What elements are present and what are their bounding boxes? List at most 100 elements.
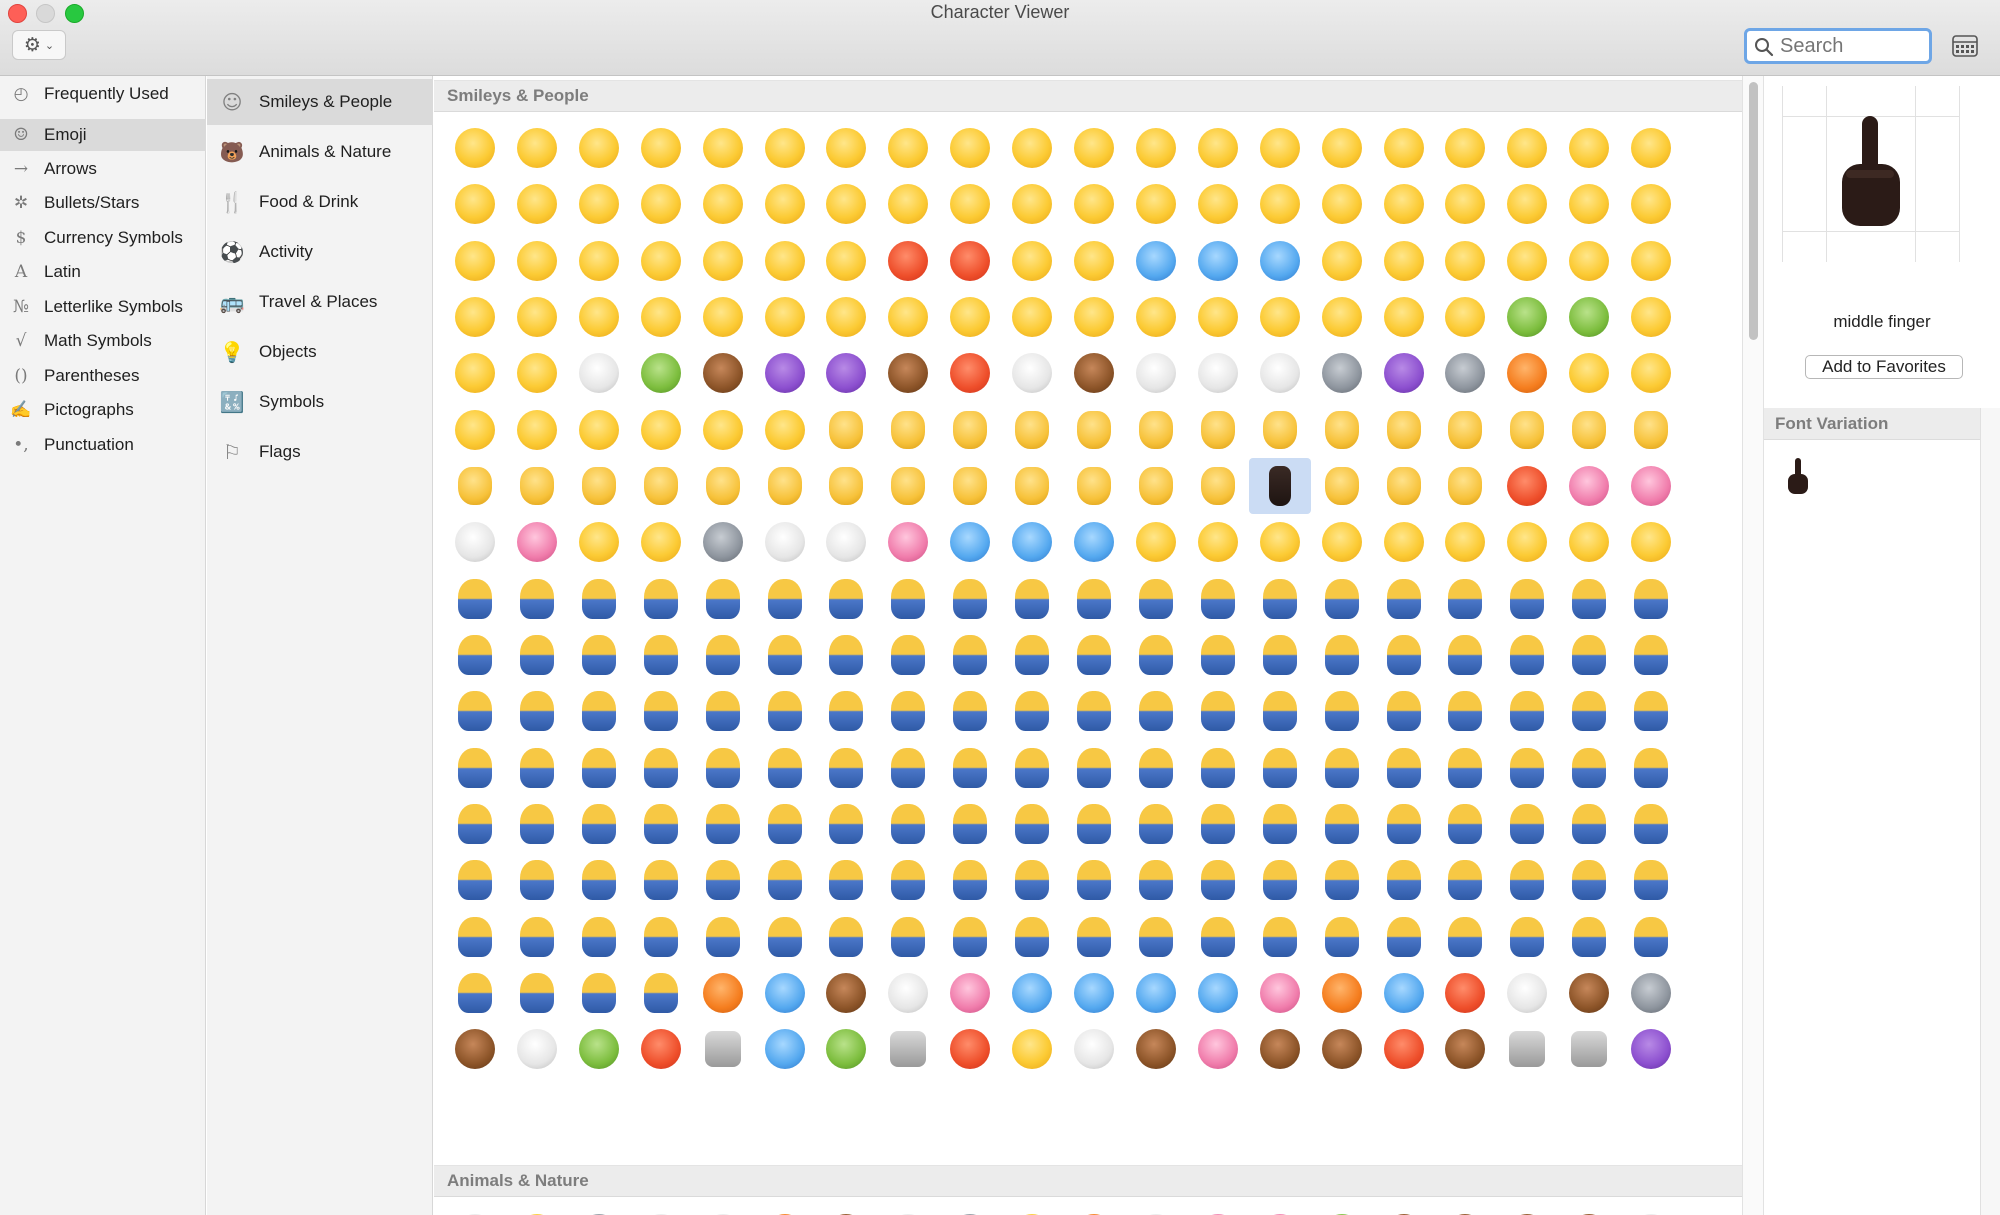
emoji-cell[interactable]: [1434, 233, 1496, 289]
emoji-cell[interactable]: [630, 796, 692, 852]
emoji-cell[interactable]: [1496, 965, 1558, 1021]
emoji-cell[interactable]: [1187, 176, 1249, 232]
emoji-cell[interactable]: [754, 233, 816, 289]
emoji-cell[interactable]: [1496, 627, 1558, 683]
emoji-cell[interactable]: [877, 909, 939, 965]
emoji-cell[interactable]: [568, 120, 630, 176]
emoji-cell[interactable]: [1249, 289, 1311, 345]
emoji-cell[interactable]: [1496, 740, 1558, 796]
category-bullets-stars[interactable]: ✲ Bullets/Stars: [0, 187, 206, 219]
emoji-cell[interactable]: [568, 852, 630, 908]
emoji-cell[interactable]: [1311, 852, 1373, 908]
emoji-cell[interactable]: [1558, 627, 1620, 683]
emoji-cell[interactable]: [1373, 402, 1435, 458]
emoji-cell[interactable]: [1434, 796, 1496, 852]
subcategory-activity[interactable]: ⚽ Activity: [207, 229, 433, 275]
emoji-cell[interactable]: [877, 402, 939, 458]
emoji-cell[interactable]: [1620, 909, 1682, 965]
emoji-cell[interactable]: [1249, 571, 1311, 627]
emoji-cell[interactable]: [939, 1021, 1001, 1077]
emoji-cell[interactable]: [1063, 402, 1125, 458]
emoji-cell[interactable]: [1373, 740, 1435, 796]
emoji-cell[interactable]: [877, 345, 939, 401]
emoji-cell[interactable]: [877, 796, 939, 852]
emoji-cell[interactable]: [692, 965, 754, 1021]
emoji-cell[interactable]: [939, 683, 1001, 739]
emoji-cell[interactable]: [1249, 120, 1311, 176]
emoji-cell[interactable]: [1311, 514, 1373, 570]
emoji-cell[interactable]: [1187, 458, 1249, 514]
emoji-cell[interactable]: [1063, 458, 1125, 514]
emoji-cell[interactable]: [1373, 1021, 1435, 1077]
emoji-cell[interactable]: [877, 571, 939, 627]
emoji-cell[interactable]: [754, 402, 816, 458]
emoji-cell[interactable]: [506, 683, 568, 739]
emoji-cell[interactable]: [630, 740, 692, 796]
emoji-cell[interactable]: [939, 120, 1001, 176]
emoji-cell[interactable]: [754, 1206, 816, 1215]
emoji-cell[interactable]: [754, 627, 816, 683]
emoji-cell[interactable]: [692, 740, 754, 796]
emoji-cell[interactable]: [1311, 965, 1373, 1021]
emoji-cell[interactable]: [1373, 909, 1435, 965]
emoji-cell[interactable]: [939, 233, 1001, 289]
emoji-cell[interactable]: [1063, 514, 1125, 570]
emoji-cell[interactable]: [877, 233, 939, 289]
emoji-cell[interactable]: [939, 458, 1001, 514]
emoji-cell[interactable]: [1063, 1021, 1125, 1077]
emoji-cell[interactable]: [1125, 683, 1187, 739]
emoji-cell[interactable]: [1311, 458, 1373, 514]
emoji-cell[interactable]: [1496, 289, 1558, 345]
emoji-cell[interactable]: [1125, 345, 1187, 401]
emoji-cell[interactable]: [444, 1206, 506, 1215]
emoji-cell[interactable]: [692, 909, 754, 965]
emoji-cell[interactable]: [1558, 458, 1620, 514]
emoji-cell[interactable]: [1001, 965, 1063, 1021]
emoji-cell[interactable]: [692, 514, 754, 570]
emoji-cell[interactable]: [692, 683, 754, 739]
emoji-cell[interactable]: [1125, 852, 1187, 908]
emoji-cell[interactable]: [1434, 514, 1496, 570]
emoji-cell[interactable]: [1558, 1021, 1620, 1077]
emoji-cell[interactable]: [1620, 965, 1682, 1021]
emoji-cell[interactable]: [1249, 1206, 1311, 1215]
emoji-cell[interactable]: [1620, 1206, 1682, 1215]
emoji-cell[interactable]: [506, 402, 568, 458]
emoji-cell[interactable]: [1496, 233, 1558, 289]
emoji-cell[interactable]: [1434, 1021, 1496, 1077]
emoji-cell[interactable]: [1620, 458, 1682, 514]
emoji-cell[interactable]: [1001, 740, 1063, 796]
emoji-cell[interactable]: [1620, 740, 1682, 796]
emoji-cell[interactable]: [1001, 852, 1063, 908]
emoji-cell[interactable]: [1125, 233, 1187, 289]
emoji-cell[interactable]: [630, 120, 692, 176]
emoji-cell[interactable]: [1434, 1206, 1496, 1215]
emoji-cell[interactable]: [1001, 345, 1063, 401]
emoji-cell[interactable]: [506, 120, 568, 176]
emoji-cell[interactable]: [1620, 627, 1682, 683]
emoji-cell[interactable]: [1496, 458, 1558, 514]
emoji-cell[interactable]: [568, 965, 630, 1021]
emoji-cell[interactable]: [1001, 458, 1063, 514]
emoji-cell[interactable]: [692, 176, 754, 232]
emoji-cell[interactable]: [1125, 1206, 1187, 1215]
emoji-cell[interactable]: [1125, 514, 1187, 570]
search-field[interactable]: [1744, 28, 1932, 64]
emoji-cell[interactable]: [1187, 571, 1249, 627]
emoji-cell[interactable]: [939, 289, 1001, 345]
emoji-cell[interactable]: [1001, 683, 1063, 739]
emoji-cell[interactable]: [754, 796, 816, 852]
emoji-cell[interactable]: [1125, 176, 1187, 232]
emoji-cell[interactable]: [877, 458, 939, 514]
category-math-symbols[interactable]: √ Math Symbols: [0, 325, 206, 357]
emoji-cell[interactable]: [1496, 909, 1558, 965]
emoji-cell[interactable]: [815, 233, 877, 289]
emoji-cell[interactable]: [815, 402, 877, 458]
emoji-cell[interactable]: [754, 852, 816, 908]
emoji-cell[interactable]: [1063, 176, 1125, 232]
emoji-cell[interactable]: [754, 965, 816, 1021]
emoji-cell[interactable]: [1063, 1206, 1125, 1215]
emoji-cell[interactable]: [1496, 1021, 1558, 1077]
emoji-cell[interactable]: [444, 571, 506, 627]
emoji-cell[interactable]: [1063, 571, 1125, 627]
